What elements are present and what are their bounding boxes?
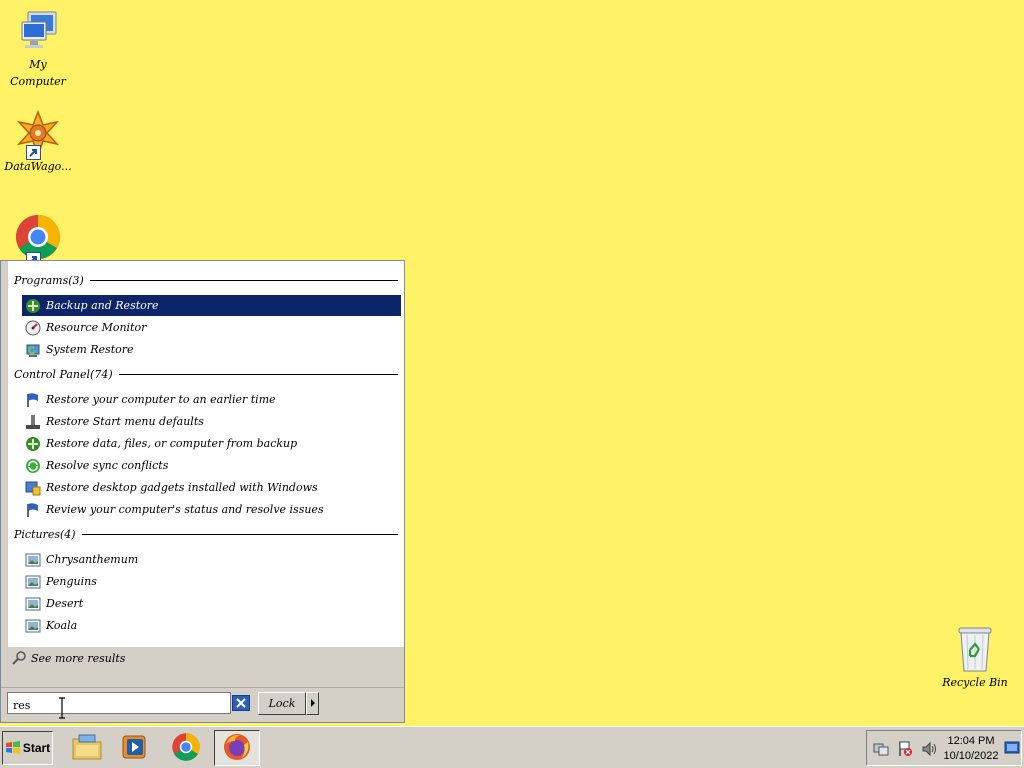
result-item-koala[interactable]: Koala: [22, 615, 401, 636]
text-cursor-icon: [58, 697, 66, 719]
group-count: (4): [60, 527, 76, 541]
clear-search-icon[interactable]: [232, 695, 250, 711]
windows-logo-icon: [5, 741, 21, 755]
taskbar-file-explorer-button[interactable]: [64, 730, 110, 766]
chevron-right-icon: [310, 697, 316, 710]
flag-icon: [25, 392, 41, 408]
picture-icon: [25, 596, 41, 612]
backup-restore-icon: [25, 436, 41, 452]
result-label: Restore data, files, or computer from ba…: [46, 437, 298, 450]
start-menu: Programs (3) Backup and Restore Resource…: [0, 260, 405, 723]
resource-monitor-icon: [25, 320, 41, 336]
result-label: Penguins: [46, 575, 97, 588]
result-label: Desert: [46, 597, 84, 610]
chrome-icon: [171, 732, 201, 765]
result-label: Review your computer's status and resolv…: [46, 503, 324, 516]
result-item-resource-monitor[interactable]: Resource Monitor: [22, 317, 401, 338]
group-divider: [118, 373, 398, 375]
result-label: Backup and Restore: [46, 299, 159, 312]
recycle-bin-icon: [955, 626, 995, 674]
taskbar-media-player-button[interactable]: [111, 730, 157, 766]
desktop-icon-label: My Computer: [10, 58, 66, 88]
group-count: (3): [68, 273, 84, 287]
firefox-icon: [222, 732, 252, 765]
media-player-icon: [119, 733, 149, 764]
result-label: Koala: [46, 619, 78, 632]
picture-icon: [25, 552, 41, 568]
result-item-penguins[interactable]: Penguins: [22, 571, 401, 592]
taskbar: Start 12:04 PM 10/10/2022: [0, 726, 1024, 768]
result-label: Restore Start menu defaults: [46, 415, 204, 428]
notification-area: 12:04 PM 10/10/2022: [866, 730, 1022, 766]
search-icon: [11, 650, 27, 666]
group-divider: [89, 279, 398, 281]
picture-icon: [25, 618, 41, 634]
power-options-arrow-button[interactable]: [306, 692, 319, 715]
group-header-programs: Programs (3): [14, 272, 398, 288]
action-center-flag-icon[interactable]: [897, 741, 913, 757]
desktop-icon-label: DataWago...: [4, 160, 72, 173]
chrome-icon: [14, 213, 62, 267]
result-label: System Restore: [46, 343, 134, 356]
divider: [1, 687, 404, 688]
taskbar-settings-icon: [25, 414, 41, 430]
datawago-icon: [14, 109, 62, 160]
group-count: (74): [90, 367, 113, 381]
result-item-desert[interactable]: Desert: [22, 593, 401, 614]
group-title: Control Panel: [14, 367, 91, 381]
result-label: Restore your computer to an earlier time: [46, 393, 276, 406]
result-label: Chrysanthemum: [46, 553, 139, 566]
clock-date[interactable]: 10/10/2022: [941, 750, 1001, 762]
result-item-chrysanthemum[interactable]: Chrysanthemum: [22, 549, 401, 570]
result-item-review-computer-status[interactable]: Review your computer's status and resolv…: [22, 499, 401, 520]
result-label: Resource Monitor: [46, 321, 147, 334]
result-item-system-restore[interactable]: System Restore: [22, 339, 401, 360]
flag-icon: [25, 502, 41, 518]
group-divider: [81, 533, 398, 535]
clock-time[interactable]: 12:04 PM: [941, 735, 1001, 747]
sync-icon: [25, 458, 41, 474]
see-more-label: See more results: [31, 651, 126, 665]
taskbar-firefox-button[interactable]: [214, 730, 260, 766]
file-explorer-icon: [71, 733, 103, 764]
backup-restore-icon: [25, 298, 41, 314]
shortcut-arrow-icon: [26, 145, 41, 160]
desktop-icon-label: Recycle Bin: [942, 676, 1008, 689]
group-title: Pictures: [14, 527, 60, 541]
taskbar-chrome-button[interactable]: [163, 730, 209, 766]
group-header-pictures: Pictures (4): [14, 526, 398, 542]
network-icon[interactable]: [873, 741, 889, 757]
see-more-results-link[interactable]: See more results: [11, 649, 125, 667]
start-label: Start: [22, 741, 51, 755]
search-results-panel: Programs (3) Backup and Restore Resource…: [8, 261, 404, 647]
desktop-icon-my-computer[interactable]: My Computer: [0, 8, 76, 90]
result-item-backup-and-restore[interactable]: Backup and Restore: [22, 295, 401, 316]
show-desktop-icon[interactable]: [1004, 741, 1020, 755]
desktop-icon-chrome[interactable]: [0, 213, 76, 267]
result-item-restore-earlier-time[interactable]: Restore your computer to an earlier time: [22, 389, 401, 410]
result-item-restore-start-menu-defaults[interactable]: Restore Start menu defaults: [22, 411, 401, 432]
picture-icon: [25, 574, 41, 590]
result-item-restore-desktop-gadgets[interactable]: Restore desktop gadgets installed with W…: [22, 477, 401, 498]
result-label: Restore desktop gadgets installed with W…: [46, 481, 318, 494]
result-label: Resolve sync conflicts: [46, 459, 169, 472]
gadgets-icon: [25, 480, 41, 496]
result-item-resolve-sync-conflicts[interactable]: Resolve sync conflicts: [22, 455, 401, 476]
computer-icon: [14, 8, 62, 56]
start-button[interactable]: Start: [2, 731, 53, 765]
desktop-icon-recycle-bin[interactable]: Recycle Bin: [937, 626, 1013, 691]
volume-icon[interactable]: [921, 741, 937, 757]
group-header-control-panel: Control Panel (74): [14, 366, 398, 382]
system-restore-icon: [25, 342, 41, 358]
lock-label: Lock: [268, 697, 296, 710]
desktop-icon-datawago[interactable]: DataWago...: [0, 109, 76, 175]
start-search-input[interactable]: [7, 692, 231, 714]
result-item-restore-data-from-backup[interactable]: Restore data, files, or computer from ba…: [22, 433, 401, 454]
group-title: Programs: [14, 273, 69, 287]
lock-button[interactable]: Lock: [258, 692, 306, 715]
